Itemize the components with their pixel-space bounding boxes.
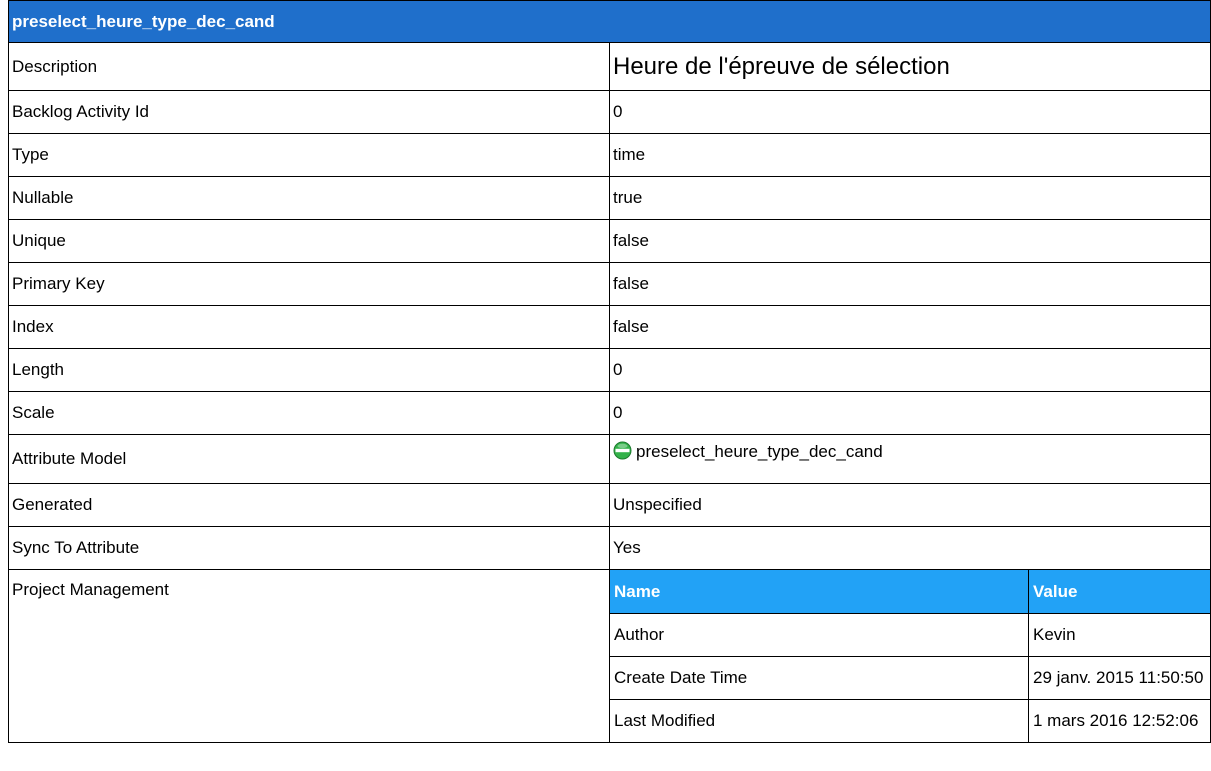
unique-value: false <box>609 219 1211 263</box>
pm-name-cell: Last Modified <box>610 699 1029 742</box>
properties-panel: preselect_heure_type_dec_cand Descriptio… <box>8 0 1211 743</box>
generated-value: Unspecified <box>609 483 1211 527</box>
attribute-model-icon <box>613 441 632 460</box>
table-row-scale: Scale 0 <box>8 391 1211 435</box>
pm-name-cell: Author <box>610 613 1029 657</box>
row-label: Description <box>8 42 610 91</box>
row-label: Scale <box>8 391 610 435</box>
scale-value: 0 <box>609 391 1211 435</box>
table-row-description: Description Heure de l'épreuve de sélect… <box>8 42 1211 91</box>
table-row-backlog-activity-id: Backlog Activity Id 0 <box>8 90 1211 134</box>
attribute-model-link[interactable]: preselect_heure_type_dec_cand <box>636 442 883 461</box>
properties-table: preselect_heure_type_dec_cand Descriptio… <box>8 0 1211 743</box>
row-label: Nullable <box>8 176 610 220</box>
sync-to-attribute-value: Yes <box>609 526 1211 570</box>
attribute-model-cell: preselect_heure_type_dec_cand <box>609 434 1211 484</box>
row-label: Type <box>8 133 610 177</box>
row-label: Index <box>8 305 610 349</box>
row-label: Generated <box>8 483 610 527</box>
description-value: Heure de l'épreuve de sélection <box>609 42 1211 91</box>
table-row-primary-key: Primary Key false <box>8 262 1211 306</box>
backlog-activity-id-value: 0 <box>609 90 1211 134</box>
pm-value-cell: 1 mars 2016 12:52:06 <box>1028 699 1210 742</box>
nested-table-row: Create Date Time 29 janv. 2015 11:50:50 <box>610 656 1210 700</box>
table-row-length: Length 0 <box>8 348 1211 392</box>
pm-value-cell: 29 janv. 2015 11:50:50 <box>1028 656 1210 700</box>
table-row-index: Index false <box>8 305 1211 349</box>
nested-table-row: Last Modified 1 mars 2016 12:52:06 <box>610 699 1210 742</box>
table-row-generated: Generated Unspecified <box>8 483 1211 527</box>
pm-value-cell: Kevin <box>1028 613 1210 657</box>
row-label: Unique <box>8 219 610 263</box>
row-label: Length <box>8 348 610 392</box>
nullable-value: true <box>609 176 1211 220</box>
nested-header-row: Name Value <box>610 570 1210 614</box>
table-row-nullable: Nullable true <box>8 176 1211 220</box>
column-header-value: Value <box>1028 570 1210 614</box>
column-header-name: Name <box>610 570 1029 614</box>
index-value: false <box>609 305 1211 349</box>
table-row-sync-to-attribute: Sync To Attribute Yes <box>8 526 1211 570</box>
type-value: time <box>609 133 1211 177</box>
row-label: Sync To Attribute <box>8 526 610 570</box>
row-label: Project Management <box>8 569 610 743</box>
project-management-table: Name Value Author Kevin Create Date Time… <box>610 570 1210 742</box>
table-row-type: Type time <box>8 133 1211 177</box>
table-row-project-management: Project Management Name Value Author Kev… <box>8 569 1211 743</box>
primary-key-value: false <box>609 262 1211 306</box>
row-label: Attribute Model <box>8 434 610 484</box>
table-title: preselect_heure_type_dec_cand <box>8 0 1211 43</box>
pm-name-cell: Create Date Time <box>610 656 1029 700</box>
row-label: Primary Key <box>8 262 610 306</box>
project-management-cell: Name Value Author Kevin Create Date Time… <box>609 569 1211 743</box>
row-label: Backlog Activity Id <box>8 90 610 134</box>
nested-table-row: Author Kevin <box>610 613 1210 657</box>
table-row-unique: Unique false <box>8 219 1211 263</box>
table-row-attribute-model: Attribute Model preselect_heure_type_dec… <box>8 434 1211 484</box>
length-value: 0 <box>609 348 1211 392</box>
